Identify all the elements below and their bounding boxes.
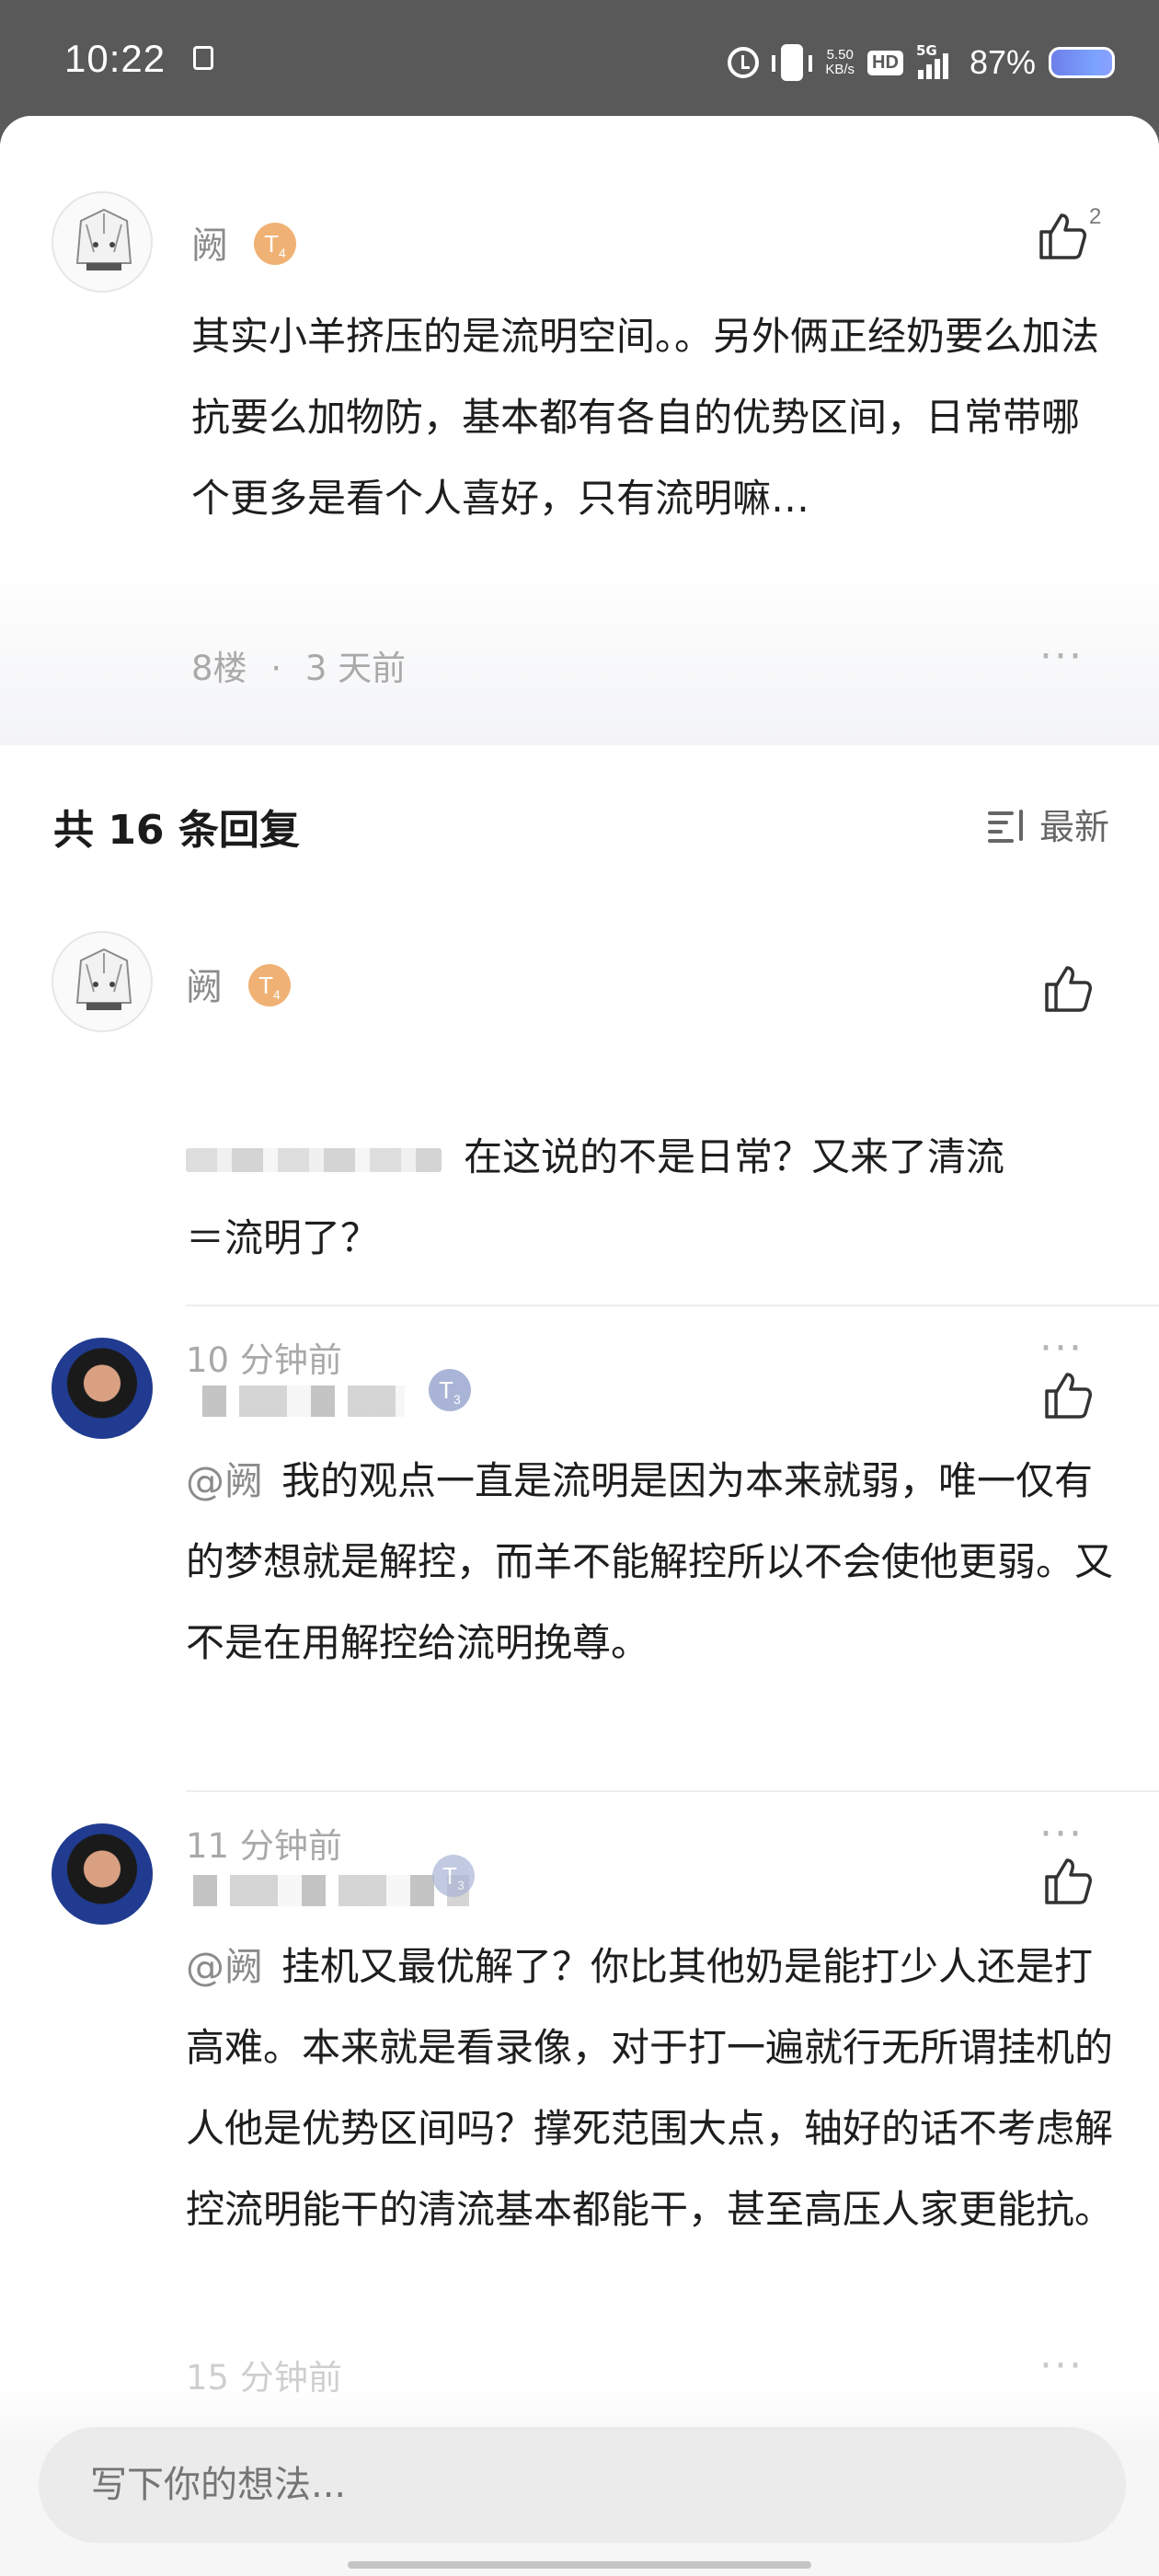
level-number: 3 (453, 1392, 461, 1408)
thumb-up-icon (1045, 1373, 1092, 1419)
reply-count-title: 共 16 条回复 (53, 807, 300, 854)
level-badge: T4 (248, 964, 291, 1006)
floor-number: 8楼 (191, 649, 247, 688)
reply-body: 挂机又最优解了？你比其他奶是能打少人还是打高难。本来就是看录像，对于打一遍就行无… (186, 1944, 1114, 2232)
like-button[interactable] (1041, 962, 1095, 1016)
redacted-username[interactable] (193, 1875, 469, 1906)
more-options-button[interactable]: ··· (1039, 1811, 1084, 1857)
mention-link[interactable]: @阙 (186, 1944, 263, 1989)
main-comment: 阙 T4 2 其实小羊挤压的是流明空间。。另外俩正经奶要么加法抗要么加物防，基本… (0, 116, 1159, 745)
reply-text: 在这说的不是日常？又来了清流 ＝流明了？ (186, 1117, 1115, 1279)
reply-body: 我的观点一直是流明是因为本来就弱，唯一仅有的梦想就是解控，而羊不能解控所以不会使… (186, 1458, 1114, 1665)
level-letter: T (264, 230, 280, 258)
level-badge: T3 (432, 1855, 475, 1897)
comment-sheet: 阙 T4 2 其实小羊挤压的是流明空间。。另外俩正经奶要么加法抗要么加物防，基本… (0, 116, 1159, 2576)
level-number: 4 (279, 246, 286, 261)
level-letter: T (258, 972, 274, 999)
avatar[interactable] (52, 191, 153, 293)
like-button[interactable] (1041, 1855, 1095, 1908)
level-number: 3 (457, 1878, 465, 1893)
username[interactable]: 阙 (191, 215, 228, 269)
like-count: 2 (1089, 204, 1102, 229)
like-button[interactable] (1041, 1369, 1095, 1422)
sort-label: 最新 (1039, 807, 1109, 847)
level-badge: T4 (254, 223, 296, 265)
avatar[interactable] (52, 1338, 153, 1439)
avatar[interactable] (52, 931, 153, 1032)
username[interactable]: 阙 (186, 957, 223, 1010)
like-button[interactable] (1036, 210, 1089, 263)
level-letter: T (442, 1862, 458, 1890)
avatar[interactable] (52, 1823, 153, 1925)
reply-time: 11 分钟前 (186, 1826, 342, 1866)
comment-input[interactable] (39, 2427, 1126, 2543)
document-icon (193, 46, 213, 70)
divider (186, 1305, 1159, 1306)
home-indicator[interactable] (348, 2561, 811, 2569)
battery-icon (1049, 47, 1115, 78)
mention-link[interactable]: @阙 (186, 1458, 263, 1503)
status-time: 10:22 (64, 37, 166, 80)
vibrate-icon (772, 44, 813, 81)
comment-time: 3 天前 (304, 649, 407, 688)
status-bar: 10:22 5.50 KB/s HD 5G 87% (0, 0, 1159, 120)
reply-text-line-1: 在这说的不是日常？又来了清流 (464, 1134, 1005, 1179)
network-speed-unit: KB/s (825, 62, 855, 77)
thumb-up-icon (1039, 213, 1086, 259)
level-number: 4 (273, 987, 281, 1003)
redacted-name (186, 1147, 442, 1172)
status-icons: 5.50 KB/s HD 5G 87% (728, 40, 1115, 85)
divider (186, 1790, 1159, 1792)
meta-separator: · (270, 649, 282, 688)
hd-icon: HD (867, 50, 903, 75)
sort-button[interactable]: 最新 (987, 799, 1109, 849)
comment-text: 其实小羊挤压的是流明空间。。另外俩正经奶要么加法抗要么加物防，基本都有各自的优势… (191, 314, 1100, 521)
network-type: 5G (915, 42, 937, 59)
alarm-icon (728, 47, 760, 78)
more-options-button[interactable]: ··· (1039, 1325, 1084, 1372)
sort-icon (987, 806, 1028, 843)
comment-meta: 8楼 · 3 天前 (191, 640, 406, 690)
thumb-up-icon (1045, 1858, 1092, 1904)
anime-avatar-image (75, 208, 132, 270)
thumb-up-icon (1045, 966, 1092, 1012)
reply-text-line-2: ＝流明了？ (186, 1215, 380, 1260)
level-badge: T3 (429, 1369, 471, 1411)
more-options-button[interactable]: ··· (1039, 2342, 1084, 2389)
signal-icon: 5G (916, 42, 957, 79)
level-letter: T (439, 1376, 454, 1404)
redacted-username[interactable] (202, 1386, 405, 1417)
reply-time: 10 分钟前 (186, 1340, 342, 1380)
network-speed-value: 5.50 (826, 47, 854, 63)
anime-avatar-image (75, 948, 132, 1010)
battery-percent: 87% (969, 43, 1036, 81)
reply-text: @阙 挂机又最优解了？你比其他奶是能打少人还是打高难。本来就是看录像，对于打一遍就… (186, 1926, 1115, 2250)
more-options-button[interactable]: ··· (1039, 633, 1084, 680)
network-speed: 5.50 KB/s (825, 48, 855, 77)
reply-text: @阙 我的观点一直是流明是因为本来就弱，唯一仅有的梦想就是解控，而羊不能解控所以不… (186, 1441, 1115, 1684)
reply-text-line: 在这说的不是日常？又来了清流 (186, 1117, 1115, 1198)
